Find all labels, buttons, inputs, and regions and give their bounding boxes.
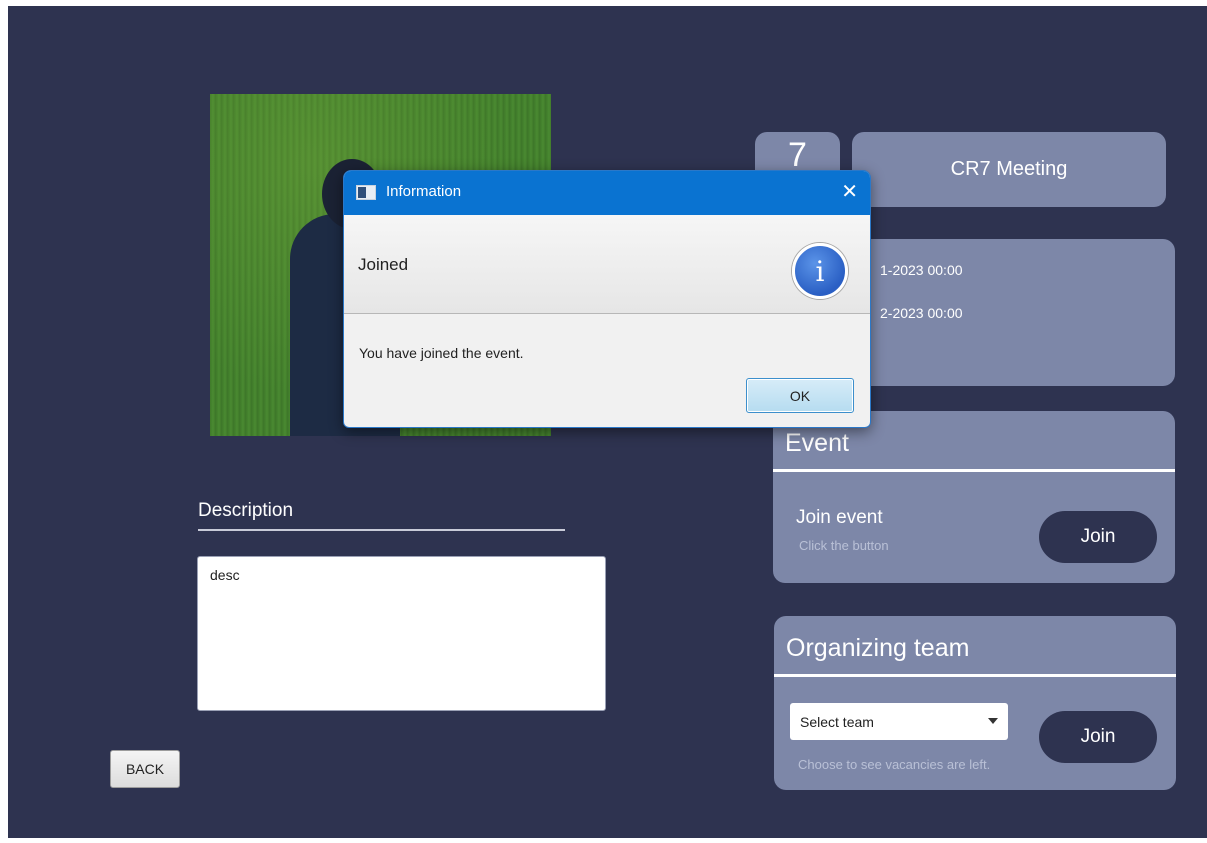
event-section-title: Event (785, 429, 849, 457)
team-select-hint: Choose to see vacancies are left. (798, 757, 991, 772)
dialog-message: You have joined the event. (359, 345, 524, 361)
join-event-label: Join event (796, 507, 883, 528)
join-team-button[interactable]: Join (1039, 711, 1157, 763)
join-event-button[interactable]: Join (1039, 511, 1157, 563)
dropdown-arrow-icon (988, 718, 998, 724)
info-icon: i (792, 243, 848, 299)
event-start-date: 1-2023 00:00 (880, 262, 963, 278)
organizing-team-title: Organizing team (786, 634, 970, 662)
ok-button[interactable]: OK (746, 378, 854, 413)
event-end-date: 2-2023 00:00 (880, 305, 963, 321)
back-button[interactable]: BACK (110, 750, 180, 788)
dialog-titlebar[interactable]: Information ✕ (344, 171, 870, 215)
event-section-divider (773, 469, 1175, 472)
event-title-box: CR7 Meeting (852, 132, 1166, 207)
dialog-title: Information (386, 183, 462, 200)
team-select[interactable]: Select team (790, 703, 1008, 740)
description-label: Description (198, 500, 294, 521)
event-section: Event Join event Click the button Join (773, 411, 1175, 583)
dialog-header: Joined i (344, 215, 870, 314)
information-dialog: Information ✕ Joined i You have joined t… (343, 170, 871, 428)
event-title: CR7 Meeting (950, 158, 1068, 180)
organizing-team-divider (774, 674, 1176, 677)
description-textarea[interactable]: desc (197, 556, 606, 711)
organizing-team-section: Organizing team Select team Choose to se… (774, 616, 1176, 790)
description-underline (198, 529, 565, 531)
close-icon[interactable]: ✕ (841, 179, 858, 203)
team-select-value: Select team (800, 713, 874, 730)
dialog-heading: Joined (358, 255, 409, 274)
app-icon (356, 185, 376, 200)
join-event-hint: Click the button (799, 538, 889, 553)
